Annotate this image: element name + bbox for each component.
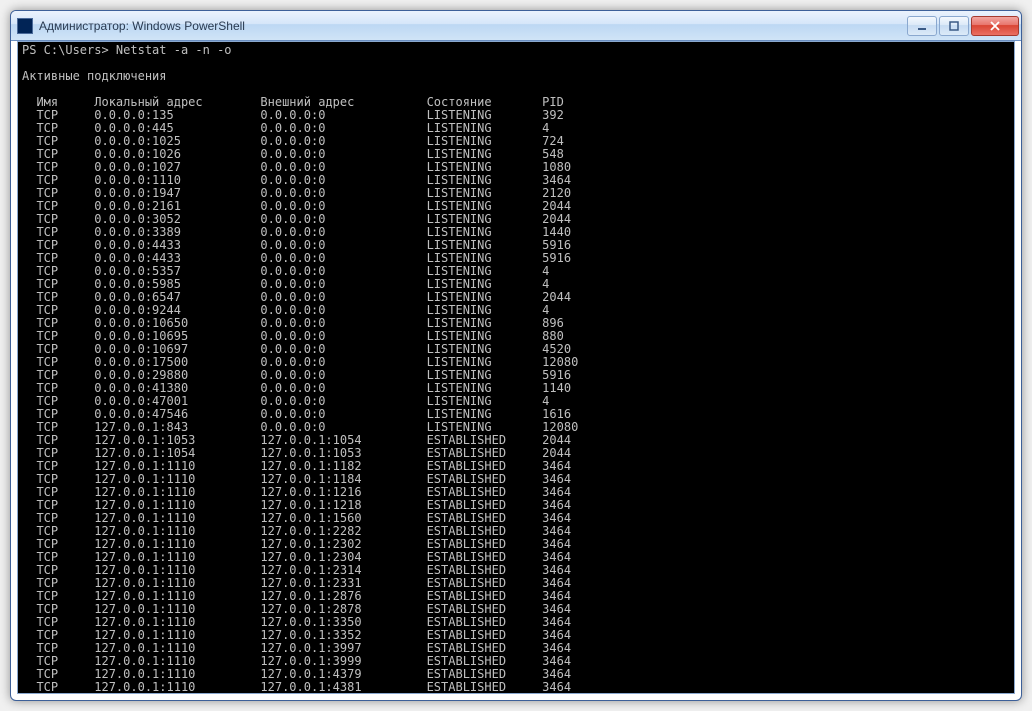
minimize-button[interactable] (907, 16, 937, 36)
powershell-window: Администратор: Windows PowerShell PS C:\… (10, 10, 1022, 701)
powershell-icon (17, 18, 33, 34)
close-icon (989, 21, 1001, 31)
close-button[interactable] (971, 16, 1019, 36)
window-controls (905, 16, 1019, 36)
maximize-button[interactable] (939, 16, 969, 36)
console-area[interactable]: PS C:\Users> Netstat -a -n -o Активные п… (17, 41, 1015, 694)
console-output: PS C:\Users> Netstat -a -n -o Активные п… (22, 44, 1010, 694)
minimize-icon (917, 21, 927, 31)
titlebar[interactable]: Администратор: Windows PowerShell (11, 11, 1021, 41)
maximize-icon (949, 21, 959, 31)
window-title: Администратор: Windows PowerShell (39, 19, 905, 33)
